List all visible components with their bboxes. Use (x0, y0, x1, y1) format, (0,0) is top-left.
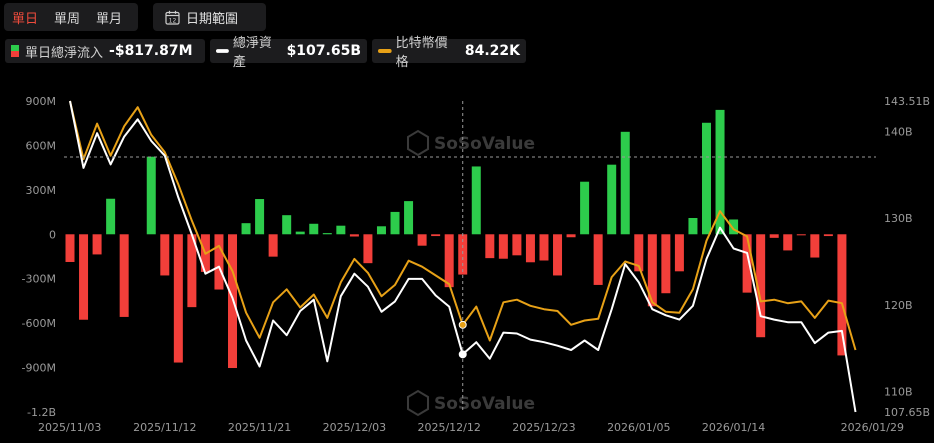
x-tick-label: 2025/12/23 (512, 421, 575, 434)
watermark-hex-icon (407, 389, 429, 417)
inflow-bar (65, 234, 75, 262)
inflow-bar (241, 223, 251, 235)
y-right-tick-label: 130B (884, 212, 913, 225)
inflow-bar (607, 164, 617, 235)
y-left-tick-label: 600M (26, 139, 57, 152)
x-tick-label: 2026/01/05 (607, 421, 670, 434)
inflow-bar (485, 234, 495, 259)
inflow-bar (106, 198, 116, 235)
inflow-bar (268, 234, 278, 257)
inflow-bar (376, 226, 386, 235)
y-left-tick-label: 900M (26, 95, 57, 108)
inflow-bar (471, 166, 481, 235)
assets-hover-marker (458, 350, 467, 359)
inflow-bar (444, 234, 454, 288)
price-hover-marker (458, 320, 467, 329)
x-tick-label: 2026/01/14 (702, 421, 765, 434)
watermark-text: SoSoValue (434, 134, 535, 154)
inflow-bar (674, 234, 684, 272)
inflow-bar (837, 234, 847, 356)
watermark-logo: SoSoValue (407, 129, 535, 157)
inflow-bar (431, 234, 441, 237)
watermark-hex-icon (407, 129, 429, 157)
chart[interactable]: SoSoValue SoSoValue 900M 600M 300M 0 -300M -60… (0, 0, 934, 443)
x-tick-label: 2026/01/29 (841, 421, 904, 434)
inflow-bar (255, 199, 265, 235)
inflow-bar (404, 201, 414, 235)
inflow-bar (701, 122, 711, 235)
y-left-tick-label: 300M (26, 184, 57, 197)
inflow-bar (214, 234, 224, 290)
x-tick-label: 2025/11/12 (133, 421, 196, 434)
y-right-tick-label: 120B (884, 299, 913, 312)
x-tick-label: 2025/11/21 (228, 421, 291, 434)
watermark-logo: SoSoValue (407, 389, 535, 417)
inflow-bar (593, 234, 603, 285)
inflow-bar (417, 234, 427, 246)
inflow-bar (580, 181, 590, 235)
inflow-bar (146, 156, 156, 235)
inflow-bar (363, 234, 373, 264)
y-right-tick-label: 110B (884, 386, 913, 399)
inflow-bar (783, 234, 793, 251)
inflow-bar (525, 234, 535, 263)
inflow-bar (322, 233, 332, 235)
y-right-tick-label: 140B (884, 125, 913, 138)
y-left-tick-label: -1.2B (27, 406, 56, 419)
inflow-bar (823, 234, 833, 237)
inflow-bar (553, 234, 563, 276)
inflow-bar (390, 211, 400, 235)
inflow-bar (566, 234, 576, 238)
y-right-tick-label: 143.51B (884, 95, 930, 108)
inflow-bar (309, 223, 319, 235)
y-left-tick-label: -600M (22, 317, 56, 330)
x-tick-label: 2025/12/12 (417, 421, 480, 434)
inflow-bar (79, 234, 89, 320)
inflow-bar (512, 234, 522, 256)
y-right-tick-label: 107.65B (884, 406, 930, 419)
y-left-tick-label: -300M (22, 273, 56, 286)
inflow-bar (295, 231, 305, 235)
inflow-bar (810, 234, 820, 258)
x-tick-label: 2025/12/03 (323, 421, 386, 434)
inflow-bar (620, 131, 630, 235)
inflow-bar (498, 234, 508, 259)
x-tick-label: 2025/11/03 (38, 421, 101, 434)
inflow-bar (92, 234, 102, 255)
inflow-bar (160, 234, 170, 276)
y-left-tick-label: 0 (49, 228, 56, 241)
inflow-bar (336, 225, 346, 235)
inflow-bar (796, 234, 806, 236)
inflow-bar (349, 234, 359, 237)
watermark-text: SoSoValue (434, 394, 535, 414)
inflow-bar (661, 234, 671, 294)
inflow-bar (173, 234, 183, 363)
y-left-tick-label: -900M (22, 362, 56, 375)
inflow-bar (688, 217, 698, 235)
inflow-bar (282, 215, 292, 235)
inflow-bar (539, 234, 549, 261)
watermark: SoSoValue SoSoValue (407, 129, 535, 417)
inflow-bar (119, 234, 129, 317)
inflow-bar (769, 234, 779, 238)
